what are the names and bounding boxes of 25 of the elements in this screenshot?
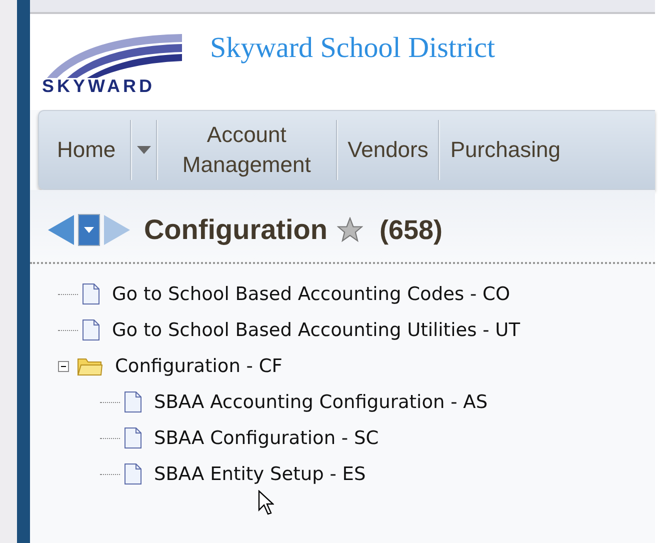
page-title: Configuration xyxy=(144,214,328,246)
mouse-cursor-icon xyxy=(258,490,274,516)
history-dropdown-button[interactable] xyxy=(78,214,100,246)
nav-menu-item[interactable]: Account Management xyxy=(158,120,336,180)
tree-item[interactable]: Go to School Based Accounting Codes - CO xyxy=(112,284,510,304)
document-icon xyxy=(82,319,100,341)
document-icon xyxy=(124,463,142,485)
collapse-toggle[interactable] xyxy=(58,360,69,372)
nav-menu-item[interactable]: Purchasing xyxy=(440,135,570,165)
tree-item[interactable]: SBAA Configuration - SC xyxy=(154,428,379,448)
logo-text: SKYWARD xyxy=(42,76,156,96)
caret-icon xyxy=(84,227,94,233)
document-icon xyxy=(124,427,142,449)
tree-item[interactable]: Go to School Based Accounting Utilities - UT xyxy=(112,320,520,340)
record-count: (658) xyxy=(379,214,443,246)
site-title: Skyward School District xyxy=(210,32,496,65)
tree-item[interactable]: SBAA Accounting Configuration - AS xyxy=(154,392,488,412)
tree-item[interactable]: SBAA Entity Setup - ES xyxy=(154,464,366,484)
star-icon[interactable] xyxy=(337,217,364,243)
document-icon xyxy=(124,391,142,413)
document-icon xyxy=(82,283,100,305)
nav-menu-item[interactable]: Home xyxy=(56,135,130,165)
tree-item[interactable]: Configuration - CF xyxy=(114,356,282,376)
back-arrow-icon[interactable] xyxy=(46,213,76,247)
nav-menu-item[interactable]: Vendors xyxy=(338,135,438,165)
